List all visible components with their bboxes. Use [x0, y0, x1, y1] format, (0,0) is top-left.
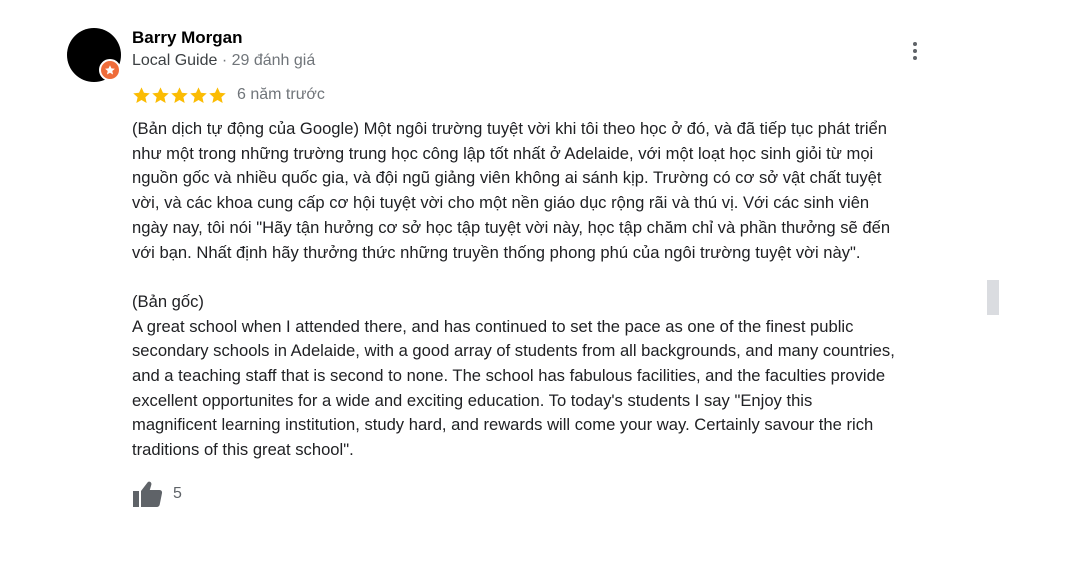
- local-guide-star-icon: [99, 59, 121, 81]
- review-text: (Bản dịch tự động của Google) Một ngôi t…: [132, 117, 962, 463]
- more-vert-icon: [913, 42, 917, 46]
- star-icon: [190, 86, 207, 103]
- review-card: Barry Morgan Local Guide · 29 đánh giá 6…: [0, 0, 1068, 563]
- translated-review-text: (Bản dịch tự động của Google) Một ngôi t…: [132, 119, 891, 262]
- author-name[interactable]: Barry Morgan: [132, 28, 243, 48]
- meta-separator: ·: [217, 52, 232, 69]
- star-icon: [152, 86, 169, 103]
- rating-row: 6 năm trước: [132, 84, 325, 106]
- original-heading: (Bản gốc): [132, 291, 204, 311]
- like-row: 5: [132, 479, 182, 509]
- star-icon: [133, 86, 150, 103]
- scrollbar-thumb[interactable]: [987, 280, 999, 315]
- thumbs-up-icon[interactable]: [132, 479, 164, 509]
- review-time: 6 năm trước: [237, 86, 325, 103]
- local-guide-label: Local Guide: [132, 52, 218, 69]
- star-icon: [209, 86, 226, 103]
- more-options-button[interactable]: [904, 37, 926, 65]
- like-count: 5: [173, 485, 182, 502]
- star-rating: [132, 86, 227, 105]
- star-icon: [171, 86, 188, 103]
- review-count: 29 đánh giá: [231, 52, 316, 69]
- author-meta: Local Guide · 29 đánh giá: [132, 52, 315, 70]
- original-review-text: A great school when I attended there, an…: [132, 316, 895, 460]
